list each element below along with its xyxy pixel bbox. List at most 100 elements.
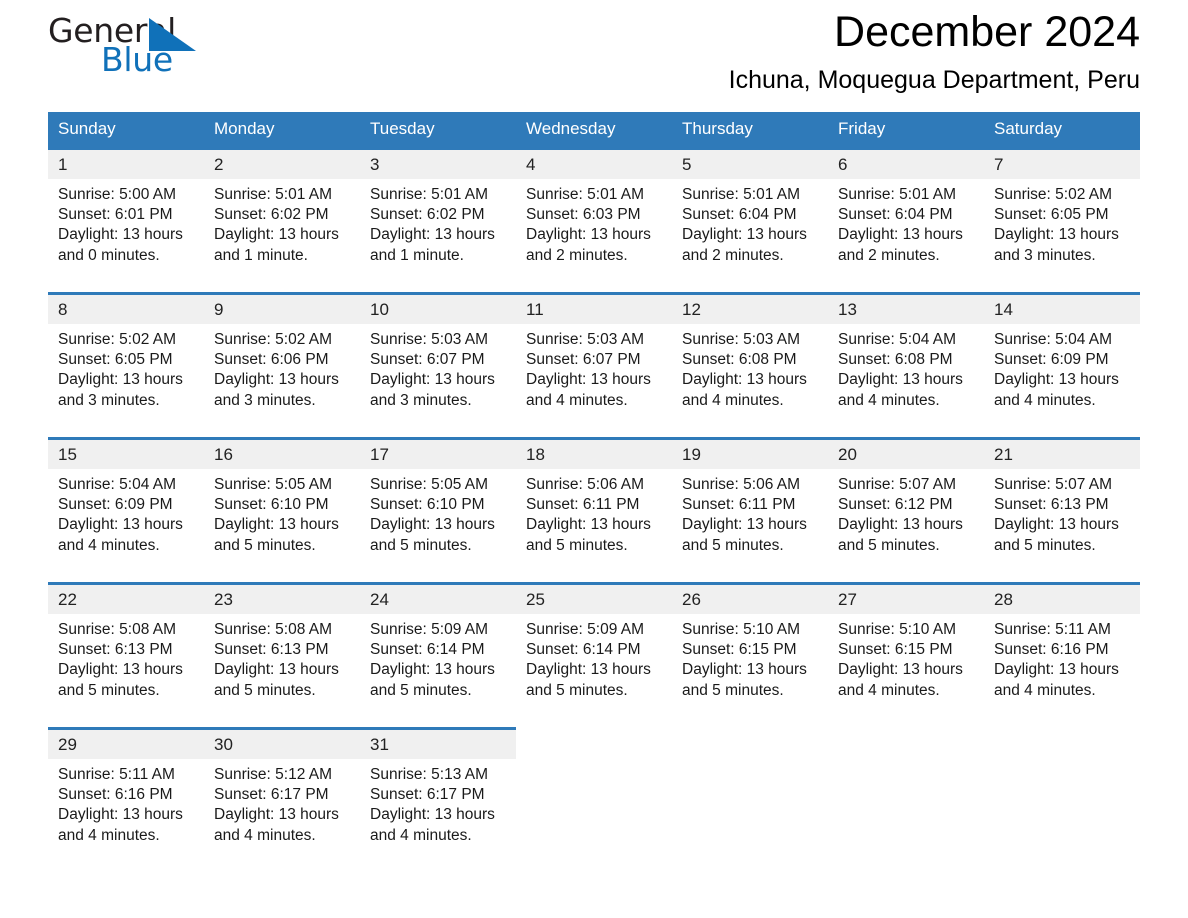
day-cell[interactable]: Sunrise: 5:05 AM Sunset: 6:10 PM Dayligh… [204, 469, 360, 584]
sunset-text: Sunset: 6:13 PM [58, 641, 173, 659]
general-blue-logo[interactable]: General Blue [48, 14, 198, 86]
day-number[interactable]: 17 [360, 437, 516, 469]
daylight-text: Daylight: 13 hours and 1 minute. [370, 226, 495, 264]
daylight-text: Daylight: 13 hours and 5 minutes. [838, 516, 963, 554]
daylight-text: Daylight: 13 hours and 4 minutes. [370, 806, 495, 844]
sunrise-text: Sunrise: 5:01 AM [526, 186, 645, 203]
day-cell[interactable]: Sunrise: 5:09 AM Sunset: 6:14 PM Dayligh… [360, 614, 516, 729]
day-cell[interactable]: Sunrise: 5:08 AM Sunset: 6:13 PM Dayligh… [48, 614, 204, 729]
day-number[interactable]: 13 [828, 292, 984, 324]
day-cell[interactable]: Sunrise: 5:03 AM Sunset: 6:07 PM Dayligh… [516, 324, 672, 439]
day-cell[interactable]: Sunrise: 5:10 AM Sunset: 6:15 PM Dayligh… [672, 614, 828, 729]
sunrise-text: Sunrise: 5:01 AM [682, 186, 801, 203]
day-number[interactable]: 18 [516, 437, 672, 469]
day-cell[interactable]: Sunrise: 5:01 AM Sunset: 6:03 PM Dayligh… [516, 179, 672, 294]
sunrise-text: Sunrise: 5:04 AM [58, 476, 177, 493]
day-cell[interactable]: Sunrise: 5:08 AM Sunset: 6:13 PM Dayligh… [204, 614, 360, 729]
day-cell[interactable]: Sunrise: 5:01 AM Sunset: 6:04 PM Dayligh… [828, 179, 984, 294]
day-cell[interactable]: Sunrise: 5:09 AM Sunset: 6:14 PM Dayligh… [516, 614, 672, 729]
sunrise-text: Sunrise: 5:05 AM [370, 476, 489, 493]
day-number[interactable]: 8 [48, 292, 204, 324]
day-cell[interactable]: Sunrise: 5:02 AM Sunset: 6:05 PM Dayligh… [984, 179, 1140, 294]
day-cell[interactable]: Sunrise: 5:04 AM Sunset: 6:09 PM Dayligh… [48, 469, 204, 584]
sunrise-text: Sunrise: 5:10 AM [682, 621, 801, 638]
sunrise-text: Sunrise: 5:01 AM [370, 186, 489, 203]
daylight-text: Daylight: 13 hours and 5 minutes. [682, 516, 807, 554]
day-cell-empty [984, 759, 1140, 870]
day-cell[interactable]: Sunrise: 5:01 AM Sunset: 6:02 PM Dayligh… [360, 179, 516, 294]
daylight-text: Daylight: 13 hours and 4 minutes. [994, 371, 1119, 409]
sunset-text: Sunset: 6:16 PM [58, 786, 173, 804]
day-number[interactable]: 9 [204, 292, 360, 324]
day-number[interactable]: 16 [204, 437, 360, 469]
day-cell[interactable]: Sunrise: 5:07 AM Sunset: 6:12 PM Dayligh… [828, 469, 984, 584]
daylight-text: Daylight: 13 hours and 3 minutes. [370, 371, 495, 409]
day-cell[interactable]: Sunrise: 5:10 AM Sunset: 6:15 PM Dayligh… [828, 614, 984, 729]
day-cell[interactable]: Sunrise: 5:02 AM Sunset: 6:06 PM Dayligh… [204, 324, 360, 439]
day-number[interactable]: 7 [984, 147, 1140, 179]
daylight-text: Daylight: 13 hours and 4 minutes. [838, 371, 963, 409]
day-cell[interactable]: Sunrise: 5:11 AM Sunset: 6:16 PM Dayligh… [48, 759, 204, 870]
sunset-text: Sunset: 6:13 PM [214, 641, 329, 659]
sunrise-text: Sunrise: 5:01 AM [214, 186, 333, 203]
sunset-text: Sunset: 6:08 PM [838, 351, 953, 369]
day-number[interactable]: 4 [516, 147, 672, 179]
day-detail-row: Sunrise: 5:04 AM Sunset: 6:09 PM Dayligh… [48, 469, 1140, 584]
day-number[interactable]: 25 [516, 582, 672, 614]
day-number[interactable]: 22 [48, 582, 204, 614]
day-cell[interactable]: Sunrise: 5:06 AM Sunset: 6:11 PM Dayligh… [516, 469, 672, 584]
day-cell[interactable]: Sunrise: 5:11 AM Sunset: 6:16 PM Dayligh… [984, 614, 1140, 729]
day-number[interactable]: 23 [204, 582, 360, 614]
day-cell[interactable]: Sunrise: 5:06 AM Sunset: 6:11 PM Dayligh… [672, 469, 828, 584]
sunset-text: Sunset: 6:14 PM [526, 641, 641, 659]
day-number[interactable]: 3 [360, 147, 516, 179]
sunset-text: Sunset: 6:14 PM [370, 641, 485, 659]
day-number[interactable]: 27 [828, 582, 984, 614]
sunset-text: Sunset: 6:02 PM [370, 206, 485, 224]
day-cell[interactable]: Sunrise: 5:01 AM Sunset: 6:04 PM Dayligh… [672, 179, 828, 294]
day-number[interactable]: 30 [204, 727, 360, 759]
day-number-empty [516, 727, 672, 759]
sunrise-text: Sunrise: 5:03 AM [682, 331, 801, 348]
daylight-text: Daylight: 13 hours and 5 minutes. [58, 661, 183, 699]
day-number[interactable]: 21 [984, 437, 1140, 469]
day-number[interactable]: 15 [48, 437, 204, 469]
day-number[interactable]: 12 [672, 292, 828, 324]
day-cell[interactable]: Sunrise: 5:00 AM Sunset: 6:01 PM Dayligh… [48, 179, 204, 294]
day-cell[interactable]: Sunrise: 5:01 AM Sunset: 6:02 PM Dayligh… [204, 179, 360, 294]
day-number[interactable]: 5 [672, 147, 828, 179]
day-number[interactable]: 2 [204, 147, 360, 179]
day-cell[interactable]: Sunrise: 5:02 AM Sunset: 6:05 PM Dayligh… [48, 324, 204, 439]
day-number[interactable]: 20 [828, 437, 984, 469]
day-number[interactable]: 1 [48, 147, 204, 179]
day-detail-row: Sunrise: 5:00 AM Sunset: 6:01 PM Dayligh… [48, 179, 1140, 294]
sunrise-text: Sunrise: 5:10 AM [838, 621, 957, 638]
day-number[interactable]: 10 [360, 292, 516, 324]
sunrise-text: Sunrise: 5:08 AM [214, 621, 333, 638]
day-number[interactable]: 19 [672, 437, 828, 469]
day-cell[interactable]: Sunrise: 5:13 AM Sunset: 6:17 PM Dayligh… [360, 759, 516, 870]
weekday-header-thursday: Thursday [672, 112, 828, 149]
day-number[interactable]: 31 [360, 727, 516, 759]
sunrise-text: Sunrise: 5:02 AM [994, 186, 1113, 203]
weekday-header-monday: Monday [204, 112, 360, 149]
sunset-text: Sunset: 6:09 PM [58, 496, 173, 514]
day-number[interactable]: 14 [984, 292, 1140, 324]
day-number[interactable]: 29 [48, 727, 204, 759]
day-number[interactable]: 11 [516, 292, 672, 324]
day-cell[interactable]: Sunrise: 5:04 AM Sunset: 6:08 PM Dayligh… [828, 324, 984, 439]
day-number[interactable]: 26 [672, 582, 828, 614]
day-cell[interactable]: Sunrise: 5:03 AM Sunset: 6:08 PM Dayligh… [672, 324, 828, 439]
day-cell[interactable]: Sunrise: 5:05 AM Sunset: 6:10 PM Dayligh… [360, 469, 516, 584]
daylight-text: Daylight: 13 hours and 5 minutes. [370, 516, 495, 554]
sunset-text: Sunset: 6:17 PM [214, 786, 329, 804]
day-number[interactable]: 6 [828, 147, 984, 179]
day-cell[interactable]: Sunrise: 5:12 AM Sunset: 6:17 PM Dayligh… [204, 759, 360, 870]
day-number[interactable]: 28 [984, 582, 1140, 614]
sunrise-text: Sunrise: 5:06 AM [682, 476, 801, 493]
day-cell[interactable]: Sunrise: 5:04 AM Sunset: 6:09 PM Dayligh… [984, 324, 1140, 439]
day-number[interactable]: 24 [360, 582, 516, 614]
day-number-row: 8 9 10 11 12 13 14 [48, 292, 1140, 324]
day-cell[interactable]: Sunrise: 5:07 AM Sunset: 6:13 PM Dayligh… [984, 469, 1140, 584]
day-cell[interactable]: Sunrise: 5:03 AM Sunset: 6:07 PM Dayligh… [360, 324, 516, 439]
